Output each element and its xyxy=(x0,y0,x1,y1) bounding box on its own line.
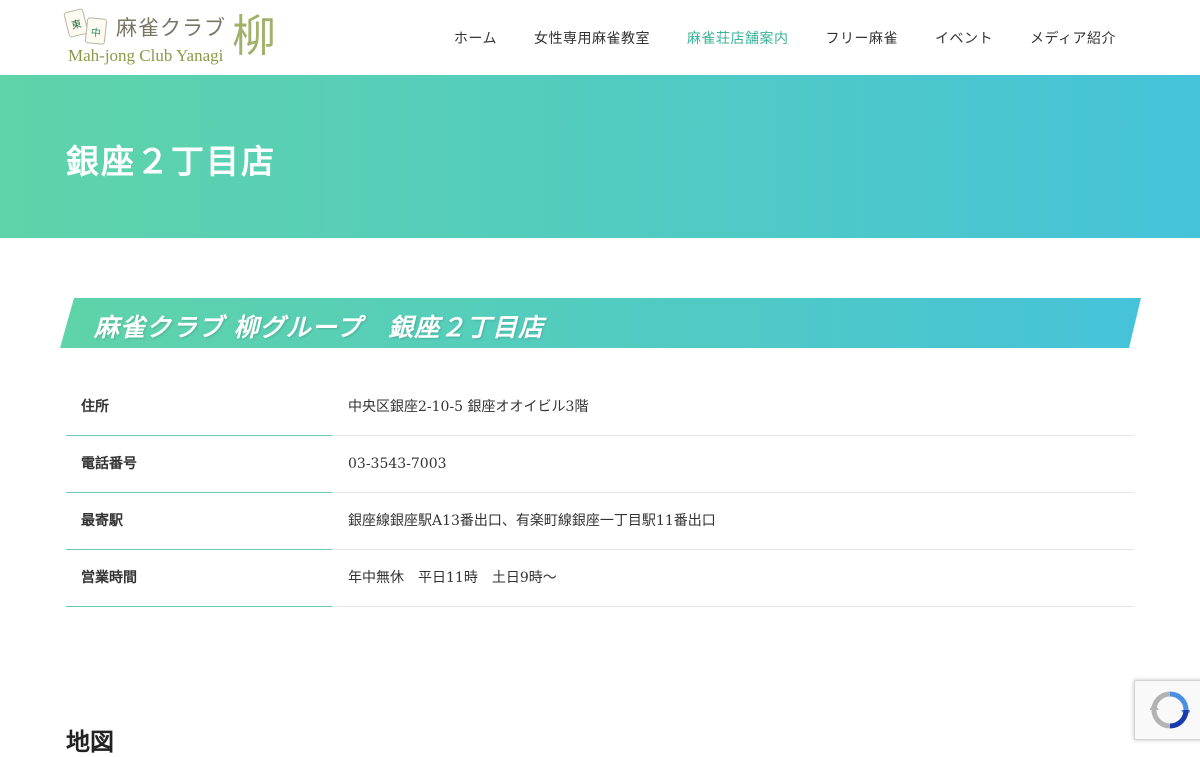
logo-title-jp: 麻雀クラブ xyxy=(116,16,226,40)
info-label: 営業時間 xyxy=(66,550,332,607)
map-heading: 地図 xyxy=(66,727,114,756)
info-label: 電話番号 xyxy=(66,436,332,493)
nav-item-media[interactable]: メディア紹介 xyxy=(1030,28,1116,48)
shop-heading: 麻雀クラブ 柳グループ 銀座２丁目店 xyxy=(94,313,545,342)
nav-item-home[interactable]: ホーム xyxy=(454,28,497,48)
info-label: 最寄駅 xyxy=(66,493,332,550)
recaptcha-badge[interactable] xyxy=(1134,680,1200,740)
logo-kanji: 柳 xyxy=(232,11,276,62)
nav-item-ladies-class[interactable]: 女性専用麻雀教室 xyxy=(534,28,650,48)
shop-info-table: 住所 中央区銀座2-10-5 銀座オオイビル3階 電話番号 03-3543-70… xyxy=(66,379,1134,607)
info-row-phone: 電話番号 03-3543-7003 xyxy=(66,436,1134,493)
info-row-address: 住所 中央区銀座2-10-5 銀座オオイビル3階 xyxy=(66,379,1134,436)
logo-tile-2: 中 xyxy=(84,17,108,45)
page-title: 銀座２丁目店 xyxy=(66,142,276,181)
page-banner: 銀座２丁目店 xyxy=(0,75,1200,238)
info-value: 03-3543-7003 xyxy=(332,436,1134,493)
shop-heading-ribbon: 麻雀クラブ 柳グループ 銀座２丁目店 xyxy=(60,298,1141,348)
info-label: 住所 xyxy=(66,379,332,436)
site-logo[interactable]: 東 中 麻雀クラブ Mah-jong Club Yanagi 柳 xyxy=(63,7,286,70)
info-value: 年中無休 平日11時 土日9時〜 xyxy=(332,550,1134,607)
info-row-hours: 営業時間 年中無休 平日11時 土日9時〜 xyxy=(66,550,1134,607)
main-nav: ホーム 女性専用麻雀教室 麻雀荘店舗案内 フリー麻雀 イベント メディア紹介 xyxy=(417,0,1116,75)
info-row-station: 最寄駅 銀座線銀座駅A13番出口、有楽町線銀座一丁目駅11番出口 xyxy=(66,493,1134,550)
nav-item-shop-guide[interactable]: 麻雀荘店舗案内 xyxy=(687,28,789,48)
info-value: 中央区銀座2-10-5 銀座オオイビル3階 xyxy=(332,379,1134,436)
site-header: 東 中 麻雀クラブ Mah-jong Club Yanagi 柳 ホーム 女性専… xyxy=(0,0,1200,75)
mahjong-tiles-icon: 東 中 xyxy=(63,7,118,45)
nav-item-events[interactable]: イベント xyxy=(935,28,993,48)
recaptcha-icon xyxy=(1149,691,1190,729)
info-value: 銀座線銀座駅A13番出口、有楽町線銀座一丁目駅11番出口 xyxy=(332,493,1134,550)
logo-title-en: Mah-jong Club Yanagi xyxy=(68,46,224,65)
nav-item-free-mahjong[interactable]: フリー麻雀 xyxy=(825,28,898,48)
